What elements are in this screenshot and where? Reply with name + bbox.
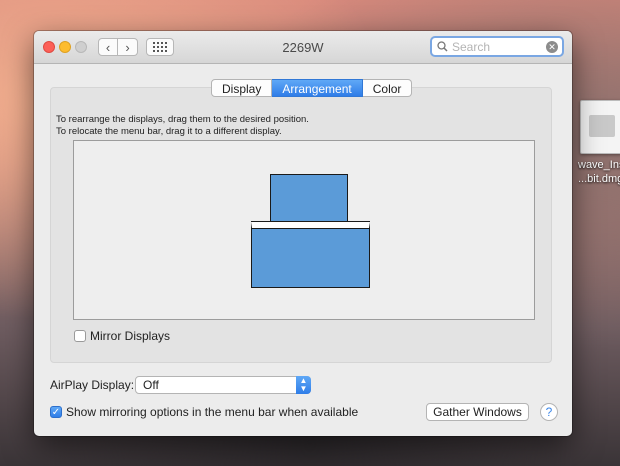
search-field[interactable]: ✕ — [430, 36, 564, 57]
mirror-displays-label: Mirror Displays — [90, 329, 171, 343]
show-mirroring-label: Show mirroring options in the menu bar w… — [66, 405, 359, 419]
search-icon — [434, 41, 450, 52]
secondary-display[interactable] — [270, 174, 348, 222]
search-input[interactable] — [450, 39, 544, 54]
tab-bar: Display Arrangement Color — [211, 79, 413, 97]
instruction-line-2: To relocate the menu bar, drag it to a d… — [56, 126, 282, 137]
airplay-display-select[interactable]: Off ▲ ▼ — [135, 376, 311, 394]
main-display[interactable] — [251, 221, 370, 288]
desktop-file-name-line1: wave_Ins — [578, 159, 620, 171]
desktop-file-name-line2: ...bit.dmg — [578, 173, 620, 185]
tab-arrangement[interactable]: Arrangement — [272, 79, 363, 97]
arrangement-instructions: To rearrange the displays, drag them to … — [56, 114, 309, 138]
desktop-file-name: wave_Ins ...bit.dmg — [578, 158, 620, 186]
show-mirroring-checkbox[interactable]: ✓ — [50, 406, 62, 418]
desktop-file-icon[interactable]: wave_Ins ...bit.dmg — [578, 100, 620, 186]
tab-display[interactable]: Display — [211, 79, 273, 97]
tab-color[interactable]: Color — [362, 79, 413, 97]
display-arrangement-area — [73, 140, 535, 320]
gather-windows-button[interactable]: Gather Windows — [426, 403, 529, 421]
mirror-displays-option[interactable]: Mirror Displays — [74, 329, 170, 343]
mirror-displays-checkbox[interactable] — [74, 330, 86, 342]
popup-arrows-icon: ▲ ▼ — [296, 376, 311, 394]
preferences-window: ‹ › 2269W ✕ Display Arrangement Color — [34, 31, 572, 436]
dmg-file-icon — [580, 100, 620, 154]
clear-search-icon[interactable]: ✕ — [546, 40, 558, 53]
title-bar: ‹ › 2269W ✕ — [34, 31, 572, 64]
instruction-line-1: To rearrange the displays, drag them to … — [56, 114, 309, 125]
show-mirroring-option[interactable]: ✓ Show mirroring options in the menu bar… — [50, 405, 358, 419]
menu-bar-indicator[interactable] — [252, 222, 369, 228]
help-button[interactable]: ? — [540, 403, 558, 421]
airplay-display-value: Off — [143, 378, 159, 392]
airplay-display-label: AirPlay Display: — [50, 378, 135, 392]
